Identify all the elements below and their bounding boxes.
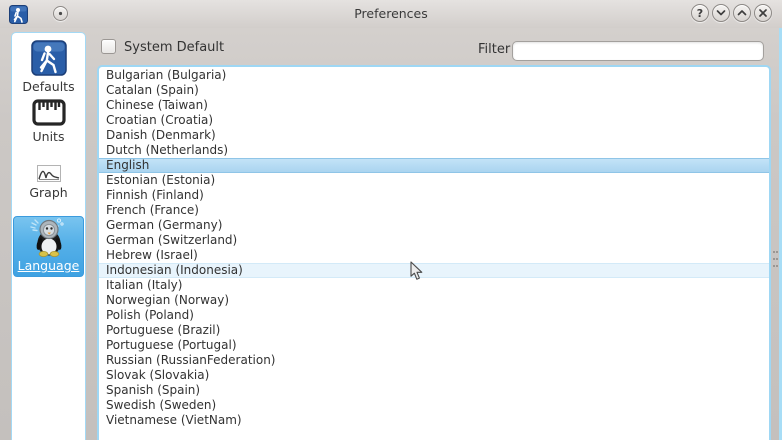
language-row[interactable]: German (Switzerland) bbox=[99, 233, 769, 248]
language-row[interactable]: Polish (Poland) bbox=[99, 308, 769, 323]
language-list[interactable]: Bulgarian (Bulgaria)Catalan (Spain)Chine… bbox=[97, 65, 771, 440]
language-row[interactable]: English bbox=[99, 158, 769, 173]
language-row[interactable]: Indonesian (Indonesia) bbox=[99, 263, 769, 278]
ruler-icon bbox=[32, 99, 66, 126]
close-button[interactable] bbox=[754, 4, 772, 22]
sidebar-item-units[interactable]: Units bbox=[12, 99, 85, 144]
chevron-down-icon bbox=[713, 5, 729, 21]
mouse-cursor-icon bbox=[410, 261, 424, 281]
language-row[interactable]: Spanish (Spain) bbox=[99, 383, 769, 398]
system-default-label[interactable]: System Default bbox=[124, 40, 224, 55]
sidebar-item-defaults[interactable]: Defaults bbox=[12, 40, 85, 94]
language-row[interactable]: Portuguese (Brazil) bbox=[99, 323, 769, 338]
tux-penguin-icon bbox=[28, 217, 70, 257]
system-default-checkbox[interactable] bbox=[101, 39, 116, 54]
shade-button[interactable] bbox=[712, 4, 730, 22]
language-row[interactable]: Finnish (Finland) bbox=[99, 188, 769, 203]
app-hiker-icon[interactable] bbox=[9, 5, 28, 24]
sidebar-item-label: Graph bbox=[12, 185, 85, 200]
language-row[interactable]: Swedish (Sweden) bbox=[99, 398, 769, 413]
sidebar-item-graph[interactable]: Graph bbox=[12, 165, 85, 200]
sticky-dot-icon bbox=[57, 10, 64, 17]
language-row[interactable]: Slovak (Slovakia) bbox=[99, 368, 769, 383]
help-button[interactable]: ? bbox=[691, 4, 709, 22]
sticky-button[interactable] bbox=[53, 6, 68, 21]
sidebar-item-label: Units bbox=[12, 129, 85, 144]
chevron-up-icon bbox=[734, 5, 750, 21]
titlebar[interactable]: Preferences ? bbox=[0, 0, 782, 28]
window-title: Preferences bbox=[0, 0, 782, 28]
filter-input[interactable] bbox=[512, 41, 764, 61]
language-row[interactable]: Norwegian (Norway) bbox=[99, 293, 769, 308]
language-row[interactable]: German (Germany) bbox=[99, 218, 769, 233]
language-row[interactable]: Italian (Italy) bbox=[99, 278, 769, 293]
language-row[interactable]: Vietnamese (VietNam) bbox=[99, 413, 769, 428]
preferences-window: { "window": { "title": "Preferences", "h… bbox=[0, 0, 782, 440]
language-row[interactable]: French (France) bbox=[99, 203, 769, 218]
sidebar-item-label: Language bbox=[14, 258, 83, 273]
language-row[interactable]: Catalan (Spain) bbox=[99, 83, 769, 98]
graph-icon bbox=[37, 165, 61, 182]
help-icon: ? bbox=[697, 7, 703, 20]
sidebar-item-label: Defaults bbox=[12, 79, 85, 94]
language-row[interactable]: Dutch (Netherlands) bbox=[99, 143, 769, 158]
language-row[interactable]: Croatian (Croatia) bbox=[99, 113, 769, 128]
filter-label: Filter bbox=[478, 42, 510, 57]
close-x-icon bbox=[755, 5, 771, 21]
language-row[interactable]: Hebrew (Israel) bbox=[99, 248, 769, 263]
language-row[interactable]: Bulgarian (Bulgaria) bbox=[99, 68, 769, 83]
sidebar: Defaults Units Graph bbox=[11, 32, 86, 440]
sidebar-item-language[interactable]: Language bbox=[13, 216, 84, 277]
maximize-button[interactable] bbox=[733, 4, 751, 22]
language-row[interactable]: Portuguese (Portugal) bbox=[99, 338, 769, 353]
hiker-icon bbox=[31, 40, 67, 76]
language-row[interactable]: Russian (RussianFederation) bbox=[99, 353, 769, 368]
language-row[interactable]: Danish (Denmark) bbox=[99, 128, 769, 143]
language-row[interactable]: Chinese (Taiwan) bbox=[99, 98, 769, 113]
splitter-handle[interactable] bbox=[772, 251, 778, 267]
language-row[interactable]: Estonian (Estonia) bbox=[99, 173, 769, 188]
